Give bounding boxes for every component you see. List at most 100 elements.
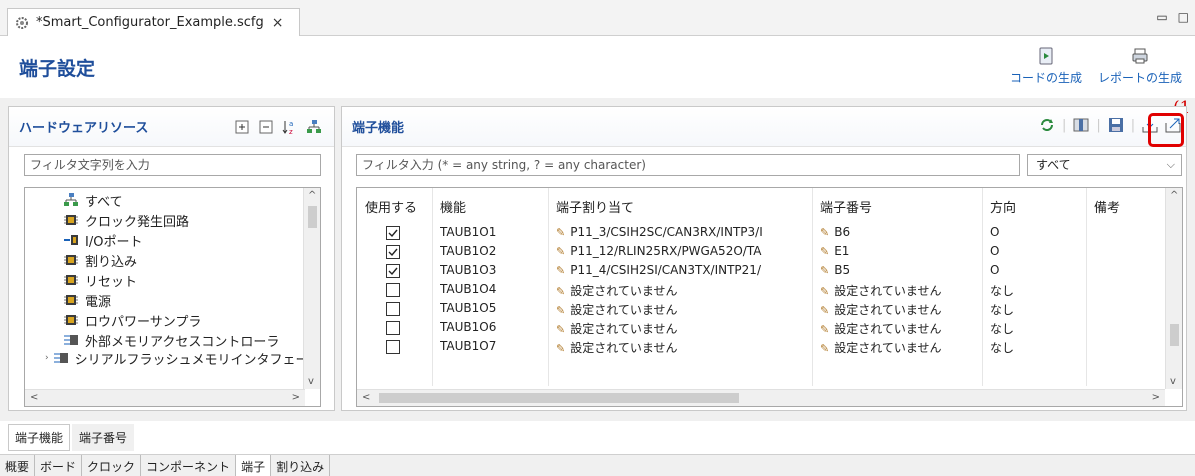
filter-select[interactable]: すべて ⌵ <box>1027 154 1182 176</box>
check-icon <box>388 229 398 238</box>
tab-pin[interactable]: 端子 <box>236 455 272 476</box>
scroll-thumb[interactable] <box>379 393 739 403</box>
generate-report-button[interactable]: レポートの生成 <box>1098 47 1182 86</box>
close-icon[interactable]: × <box>272 15 284 31</box>
column-header-assignment[interactable]: 端子割り当て <box>556 197 634 216</box>
tree-vertical-scrollbar[interactable]: ^ v <box>303 188 320 389</box>
use-checkbox[interactable] <box>386 264 400 278</box>
column-header-use[interactable]: 使用する <box>365 197 417 216</box>
tab-interrupt[interactable]: 割り込み <box>271 455 331 476</box>
column-icon[interactable] <box>1073 117 1089 133</box>
tab-overview[interactable]: 概要 <box>0 455 36 476</box>
use-checkbox[interactable] <box>386 226 400 240</box>
column-header-direction[interactable]: 方向 <box>990 197 1016 216</box>
tab-clock[interactable]: クロック <box>82 455 142 476</box>
refresh-icon[interactable] <box>1039 117 1055 133</box>
hierarchy-icon[interactable] <box>306 119 322 135</box>
scroll-thumb[interactable] <box>308 206 317 228</box>
direction-cell: なし <box>990 322 1015 336</box>
pin-number-cell[interactable]: ✎ 設定されていません <box>820 339 980 356</box>
scroll-up-icon[interactable]: ^ <box>1170 190 1178 201</box>
function-cell: TAUB1O2 <box>440 244 497 258</box>
table-vertical-scrollbar[interactable]: ^ v <box>1165 188 1182 389</box>
use-checkbox[interactable] <box>386 302 400 316</box>
scroll-down-icon[interactable]: v <box>308 376 314 387</box>
pin-filter-input[interactable] <box>356 154 1020 176</box>
pin-number-cell[interactable]: ✎ B6 <box>820 225 980 239</box>
assignment-cell[interactable]: ✎ 設定されていません <box>556 320 808 337</box>
tree-item-label: 外部メモリアクセスコントローラ <box>85 334 280 350</box>
use-checkbox[interactable] <box>386 245 400 259</box>
scroll-down-icon[interactable]: v <box>1170 376 1176 387</box>
tree-item-label: I/Oポート <box>85 234 143 250</box>
tree-item-external-memory[interactable]: 外部メモリアクセスコントローラ <box>63 330 279 350</box>
printer-icon <box>1132 48 1148 64</box>
assignment-cell[interactable]: ✎ P11_3/CSIH2SC/CAN3RX/INTP3/I <box>556 225 808 239</box>
scroll-right-icon[interactable]: > <box>1152 392 1160 403</box>
pin-number-cell[interactable]: ✎ E1 <box>820 244 980 258</box>
column-header-note[interactable]: 備考 <box>1094 197 1120 216</box>
assignment-cell[interactable]: ✎ 設定されていません <box>556 282 808 299</box>
minimize-icon[interactable]: ▭ <box>1156 10 1167 24</box>
tree-item-serial-flash[interactable]: › シリアルフラッシュメモリインタフェース <box>45 350 320 367</box>
use-checkbox[interactable] <box>386 321 400 335</box>
scroll-thumb[interactable] <box>1170 324 1179 346</box>
column-header-function[interactable]: 機能 <box>440 197 466 216</box>
generate-code-button[interactable]: コードの生成 <box>1010 47 1082 86</box>
expand-all-icon[interactable] <box>234 119 250 135</box>
tab-component[interactable]: コンポーネント <box>141 455 237 476</box>
pin-number-cell[interactable]: ✎ B5 <box>820 263 980 277</box>
maximize-icon[interactable]: □ <box>1178 10 1189 24</box>
table-row[interactable]: TAUB1O4 ✎ 設定されていません ✎ 設定されていません なし <box>357 280 1165 299</box>
pin-number-value: E1 <box>834 244 850 258</box>
tree-item-reset[interactable]: リセット <box>63 270 137 290</box>
tab-pin-number[interactable]: 端子番号 <box>72 424 135 451</box>
table-row[interactable]: TAUB1O5 ✎ 設定されていません ✎ 設定されていません なし <box>357 299 1165 318</box>
tree-item-interrupt[interactable]: 割り込み <box>63 250 137 270</box>
pin-number-value: B5 <box>834 263 851 277</box>
scroll-right-icon[interactable]: > <box>292 392 300 403</box>
hardware-filter-input[interactable] <box>24 154 321 176</box>
editor-tab-title: *Smart_Configurator_Example.scfg <box>36 15 264 30</box>
chevron-right-icon[interactable]: › <box>45 353 49 363</box>
tree-item-all[interactable]: すべて <box>63 190 123 210</box>
pencil-icon: ✎ <box>556 285 566 298</box>
table-row[interactable]: TAUB1O6 ✎ 設定されていません ✎ 設定されていません なし <box>357 318 1165 337</box>
assignment-value: 設定されていません <box>570 303 678 317</box>
pin-number-cell[interactable]: ✎ 設定されていません <box>820 320 980 337</box>
pin-number-cell[interactable]: ✎ 設定されていません <box>820 301 980 318</box>
save-icon[interactable] <box>1108 117 1124 133</box>
hardware-resource-tree: すべて クロック発生回路 I/Oポート 割り込み リセット 電源 ロウパワーサン… <box>24 187 321 407</box>
tab-board[interactable]: ボード <box>35 455 83 476</box>
tree-item-clock[interactable]: クロック発生回路 <box>63 210 189 230</box>
table-row[interactable]: TAUB1O1 ✎ P11_3/CSIH2SC/CAN3RX/INTP3/I ✎ B6 O <box>357 223 1165 242</box>
table-horizontal-scrollbar[interactable]: < > <box>357 389 1165 406</box>
scroll-left-icon[interactable]: < <box>30 392 38 403</box>
tree-item-power[interactable]: 電源 <box>63 290 111 310</box>
chip-icon <box>64 315 78 325</box>
pin-number-cell[interactable]: ✎ 設定されていません <box>820 282 980 299</box>
assignment-cell[interactable]: ✎ 設定されていません <box>556 301 808 318</box>
use-checkbox[interactable] <box>386 283 400 297</box>
assignment-cell[interactable]: ✎ 設定されていません <box>556 339 808 356</box>
gear-icon <box>16 16 28 29</box>
tab-pin-function[interactable]: 端子機能 <box>8 424 71 451</box>
scroll-up-icon[interactable]: ^ <box>308 190 316 201</box>
collapse-all-icon[interactable] <box>258 119 274 135</box>
pencil-icon: ✎ <box>556 245 566 258</box>
column-header-pin-number[interactable]: 端子番号 <box>820 197 872 216</box>
tree-item-low-power-sampler[interactable]: ロウパワーサンプラ <box>63 310 201 330</box>
tree-item-io-port[interactable]: I/Oポート <box>63 230 142 250</box>
use-checkbox[interactable] <box>386 340 400 354</box>
editor-tab[interactable]: *Smart_Configurator_Example.scfg × <box>7 8 300 36</box>
bus-icon <box>64 335 78 345</box>
scroll-left-icon[interactable]: < <box>362 392 370 403</box>
sort-az-icon[interactable]: az <box>282 119 298 135</box>
table-row[interactable]: TAUB1O2 ✎ P11_12/RLIN25RX/PWGA52O/TA ✎ E1 O <box>357 242 1165 261</box>
assignment-cell[interactable]: ✎ P11_12/RLIN25RX/PWGA52O/TA <box>556 244 808 258</box>
table-row[interactable]: TAUB1O3 ✎ P11_4/CSIH2SI/CAN3TX/INTP21/ ✎ B5 O <box>357 261 1165 280</box>
table-row[interactable]: TAUB1O7 ✎ 設定されていません ✎ 設定されていません なし <box>357 337 1165 356</box>
tree-horizontal-scrollbar[interactable]: < > <box>25 389 305 406</box>
tree-item-label: リセット <box>85 274 138 290</box>
assignment-cell[interactable]: ✎ P11_4/CSIH2SI/CAN3TX/INTP21/ <box>556 263 808 277</box>
